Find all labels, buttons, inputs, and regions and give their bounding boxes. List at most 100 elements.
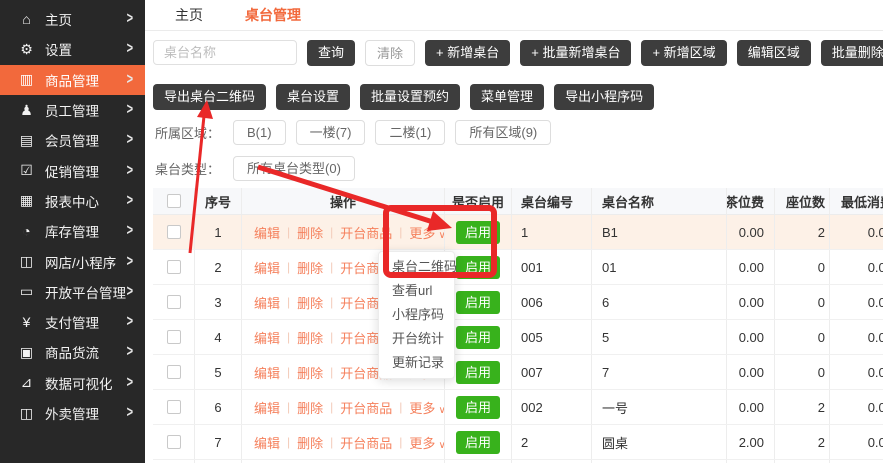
sidebar-item[interactable]: ♟ 员工管理 > [0,95,145,125]
tab-bar: 主页 桌台管理 [145,0,883,31]
takeout-shop-icon: ◫ [18,405,35,422]
select-all-checkbox[interactable] [167,194,181,208]
edit-link[interactable]: 编辑 [254,363,280,382]
more-link[interactable]: 更多∨ [409,223,445,242]
enable-button[interactable]: 启用 [456,291,500,314]
toolbar-button[interactable]: 导出小程序码 [554,84,654,110]
tea-fee-cell: 0.00 [727,355,775,389]
edit-link[interactable]: 编辑 [254,258,280,277]
delete-link[interactable]: 删除 [297,223,323,242]
table-name-cell: 6 [592,285,727,319]
dropdown-menu-item[interactable]: 小程序码 [379,303,454,327]
more-link[interactable]: 更多∨ [409,433,445,452]
enable-button[interactable]: 启用 [456,221,500,244]
delete-link[interactable]: 删除 [297,328,323,347]
edit-link[interactable]: 编辑 [254,328,280,347]
type-option-chip[interactable]: 所有桌台类型(0) [233,156,355,181]
type-filter-label: 桌台类型： [155,159,220,178]
delete-link[interactable]: 删除 [297,363,323,382]
toolbar-button[interactable]: + 新增桌台 [425,40,510,66]
chevron-right-icon: > [127,102,133,119]
chevron-right-icon: > [127,132,133,149]
toolbar-button[interactable]: 清除 [365,40,415,66]
toolbar-button[interactable]: + 批量新增桌台 [520,40,631,66]
dropdown-menu-item[interactable]: 开台统计 [379,327,454,351]
area-option-chip[interactable]: B(1) [233,120,286,145]
header-min-spend: 最低消费 [830,188,883,214]
row-checkbox[interactable] [167,260,181,274]
sidebar-item[interactable]: ▦ 报表中心 > [0,186,145,216]
payment-coin-icon: ¥ [18,314,35,330]
row-checkbox[interactable] [167,365,181,379]
edit-link[interactable]: 编辑 [254,293,280,312]
row-checkbox[interactable] [167,400,181,414]
open-table-goods-link[interactable]: 开台商品 [340,433,392,452]
edit-link[interactable]: 编辑 [254,433,280,452]
edit-link[interactable]: 编辑 [254,223,280,242]
min-spend-cell: 0.00 [830,250,883,284]
table-row: 5 编辑| 删除| 开台商品| 更多∨ 启用 007 7 0.00 0 0.00 [153,355,883,390]
sidebar-item[interactable]: ▥ 商品管理 > [0,65,145,95]
toolbar-button[interactable]: 查询 [307,40,355,66]
row-checkbox[interactable] [167,295,181,309]
open-table-goods-link[interactable]: 开台商品 [340,398,392,417]
toolbar-button[interactable]: 桌台设置 [276,84,350,110]
sidebar-item[interactable]: ☑ 促销管理 > [0,155,145,185]
area-option-chip[interactable]: 所有区域(9) [455,120,551,145]
sidebar-item[interactable]: ▭ 开放平台管理 > [0,277,145,307]
tea-fee-cell: 0.00 [727,285,775,319]
delete-link[interactable]: 删除 [297,398,323,417]
enable-button[interactable]: 启用 [456,361,500,384]
delete-link[interactable]: 删除 [297,433,323,452]
table-row: 2 编辑| 删除| 开台商品| 更多∨ 启用 001 01 0.00 0 0.0… [153,250,883,285]
page-tab[interactable]: 桌台管理 [245,5,301,25]
sidebar-item[interactable]: ⊿ 数据可视化 > [0,368,145,398]
toolbar-button[interactable]: 批量删除 [821,40,883,66]
row-checkbox[interactable] [167,225,181,239]
row-checkbox[interactable] [167,330,181,344]
page-tab[interactable]: 主页 [175,5,203,25]
table-name-cell: 圆桌 [592,425,727,459]
delete-link[interactable]: 删除 [297,258,323,277]
area-options: B(1) 一楼(7) 二楼(1) 所有区域(9) [233,120,551,145]
enable-button[interactable]: 启用 [456,326,500,349]
table-name-cell: B1 [592,215,727,249]
sidebar-item-label: 网店/小程序 [45,252,127,272]
toolbar-button[interactable]: + 新增区域 [641,40,726,66]
row-actions: 编辑| 删除| 开台商品| 更多∨ [242,390,445,424]
toolbar-button[interactable]: 编辑区域 [737,40,811,66]
enable-button[interactable]: 启用 [456,256,500,279]
edit-link[interactable]: 编辑 [254,398,280,417]
area-option-chip[interactable]: 一楼(7) [296,120,366,145]
sidebar-item[interactable]: ▤ 会员管理 > [0,125,145,155]
chevron-right-icon: > [127,314,133,331]
sidebar-item[interactable]: ⌂ 主页 > [0,4,145,34]
enable-button[interactable]: 启用 [456,431,500,454]
row-actions: 编辑| 删除| 开台商品| 更多∨ [242,425,445,459]
dropdown-menu-item[interactable]: 更新记录 [379,351,454,375]
toolbar-button[interactable]: 批量设置预约 [360,84,460,110]
sidebar-item[interactable]: ◫ 外卖管理 > [0,398,145,428]
chevron-right-icon: > [127,71,133,88]
dropdown-menu-item[interactable]: 查看url [379,279,454,303]
gear-icon: ⚙ [18,41,35,58]
toolbar-button[interactable]: 导出桌台二维码 [153,84,266,110]
sidebar-item[interactable]: ◫ 网店/小程序 > [0,246,145,276]
enable-button[interactable]: 启用 [456,396,500,419]
open-table-goods-link[interactable]: 开台商品 [340,223,392,242]
row-checkbox[interactable] [167,435,181,449]
sidebar-item[interactable]: ◔ 库存管理 > [0,216,145,246]
table-name-search-input[interactable] [153,40,297,65]
dropdown-menu-item[interactable]: 桌台二维码 [379,255,454,279]
seats-cell: 0 [775,320,830,354]
sidebar-item[interactable]: ⚙ 设置 > [0,34,145,64]
area-option-chip[interactable]: 二楼(1) [375,120,445,145]
sidebar-item[interactable]: ¥ 支付管理 > [0,307,145,337]
divider: | [330,435,333,449]
sidebar-item-label: 商品货流 [45,342,127,362]
toolbar-button[interactable]: 菜单管理 [470,84,544,110]
more-link[interactable]: 更多∨ [409,398,445,417]
sidebar-item[interactable]: ▣ 商品货流 > [0,337,145,367]
more-dropdown-menu: 桌台二维码查看url小程序码开台统计更新记录 [378,251,455,379]
delete-link[interactable]: 删除 [297,293,323,312]
